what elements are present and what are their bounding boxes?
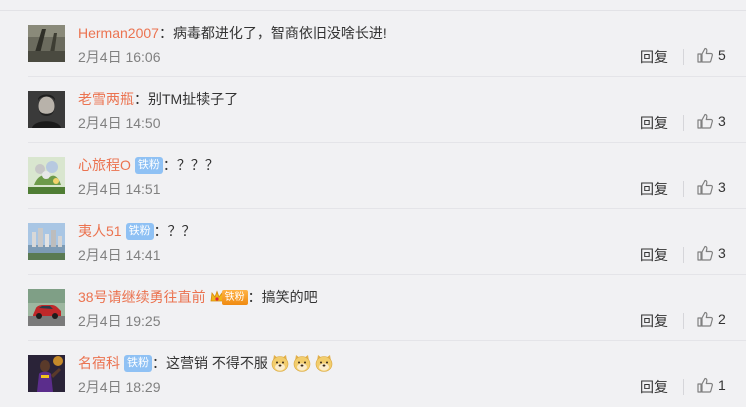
comment-item: 心旅程O 铁粉 ： ？？？ 2月4日 14:51 回复 3 [0, 143, 746, 209]
comment-text: ？？？ [176, 157, 219, 173]
avatar[interactable] [28, 355, 65, 392]
like-count: 2 [718, 311, 726, 327]
reply-button[interactable]: 回复 [640, 47, 668, 67]
comment-time: 2月4日 14:51 [78, 181, 161, 197]
reply-button[interactable]: 回复 [640, 245, 668, 265]
like-button[interactable]: 3 [696, 177, 726, 197]
colon: ： [247, 289, 262, 305]
like-button[interactable]: 3 [696, 111, 726, 131]
username-link[interactable]: Herman2007 [78, 25, 159, 41]
action-divider [683, 49, 684, 65]
action-divider [683, 247, 684, 263]
thumbs-up-icon [697, 311, 713, 327]
avatar[interactable] [28, 91, 65, 128]
like-button[interactable]: 3 [696, 243, 726, 263]
action-divider [683, 115, 684, 131]
like-count: 3 [718, 245, 726, 261]
iron-fan-badge: 铁粉 [210, 289, 248, 306]
thumbs-up-icon [697, 47, 713, 63]
colon: ： [134, 91, 148, 107]
action-divider [683, 379, 684, 395]
comment-item: 名宿科 铁粉 ： 这营销 不得不服 2月4日 18:29 回复 1 [0, 341, 746, 407]
iron-fan-badge: 铁粉 [124, 354, 152, 372]
action-divider [683, 313, 684, 329]
comment-item: 38号请继续勇往直前 铁粉 ： 搞笑的吧 2月4日 19:25 回复 2 [0, 275, 746, 341]
comment-item: 夷人51 铁粉 ： ？？ 2月4日 14:41 回复 3 [0, 209, 746, 275]
comment-text: 别TM扯犊子了 [148, 91, 239, 107]
username-link[interactable]: 心旅程O [78, 155, 131, 175]
like-button[interactable]: 2 [696, 309, 726, 329]
colon: ： [162, 157, 177, 173]
doge-emoji-icon [271, 355, 289, 372]
comment-time: 2月4日 16:06 [78, 49, 161, 65]
reply-button[interactable]: 回复 [640, 113, 668, 133]
like-count: 3 [718, 113, 726, 129]
username-link[interactable]: 名宿科 [78, 353, 120, 373]
thumbs-up-icon [697, 179, 713, 195]
like-count: 5 [718, 47, 726, 63]
comment-time: 2月4日 14:41 [78, 247, 161, 263]
doge-emoji-icon [293, 355, 311, 372]
comment-text: 这营销 不得不服 [166, 355, 268, 371]
thumbs-up-icon [697, 245, 713, 261]
comment-text: 搞笑的吧 [261, 289, 318, 305]
colon: ： [153, 223, 168, 239]
iron-fan-badge: 铁粉 [125, 222, 154, 240]
username-link[interactable]: 38号请继续勇往直前 [78, 287, 206, 307]
comment-time: 2月4日 14:50 [78, 115, 161, 131]
comment-time: 2月4日 18:29 [78, 379, 161, 395]
reply-button[interactable]: 回复 [640, 311, 668, 331]
like-button[interactable]: 5 [696, 45, 726, 65]
avatar[interactable] [28, 157, 65, 194]
thumbs-up-icon [697, 113, 713, 129]
doge-emoji-icon [315, 355, 333, 372]
reply-button[interactable]: 回复 [640, 179, 668, 199]
colon: ： [152, 355, 166, 371]
like-button[interactable]: 1 [696, 375, 726, 395]
thumbs-up-icon [697, 377, 713, 393]
username-link[interactable]: 夷人51 [78, 221, 122, 241]
username-link[interactable]: 老雪两瓶 [78, 89, 134, 109]
like-count: 3 [718, 179, 726, 195]
action-divider [683, 181, 684, 197]
avatar[interactable] [28, 223, 65, 260]
avatar[interactable] [28, 25, 65, 62]
iron-fan-badge: 铁粉 [134, 156, 163, 174]
comment-item: 老雪两瓶 ： 别TM扯犊子了 2月4日 14:50 回复 3 [0, 77, 746, 143]
colon: ： [158, 25, 173, 41]
comment-text: ？？ [167, 223, 196, 239]
comment-text: 病毒都进化了，智商依旧没啥长进! [172, 25, 387, 41]
comment-item: Herman2007 ： 病毒都进化了，智商依旧没啥长进! 2月4日 16:06… [0, 11, 746, 77]
comment-time: 2月4日 19:25 [78, 313, 161, 329]
avatar[interactable] [28, 289, 65, 326]
reply-button[interactable]: 回复 [640, 377, 668, 397]
like-count: 1 [718, 377, 726, 393]
badge-label: 铁粉 [221, 289, 248, 305]
